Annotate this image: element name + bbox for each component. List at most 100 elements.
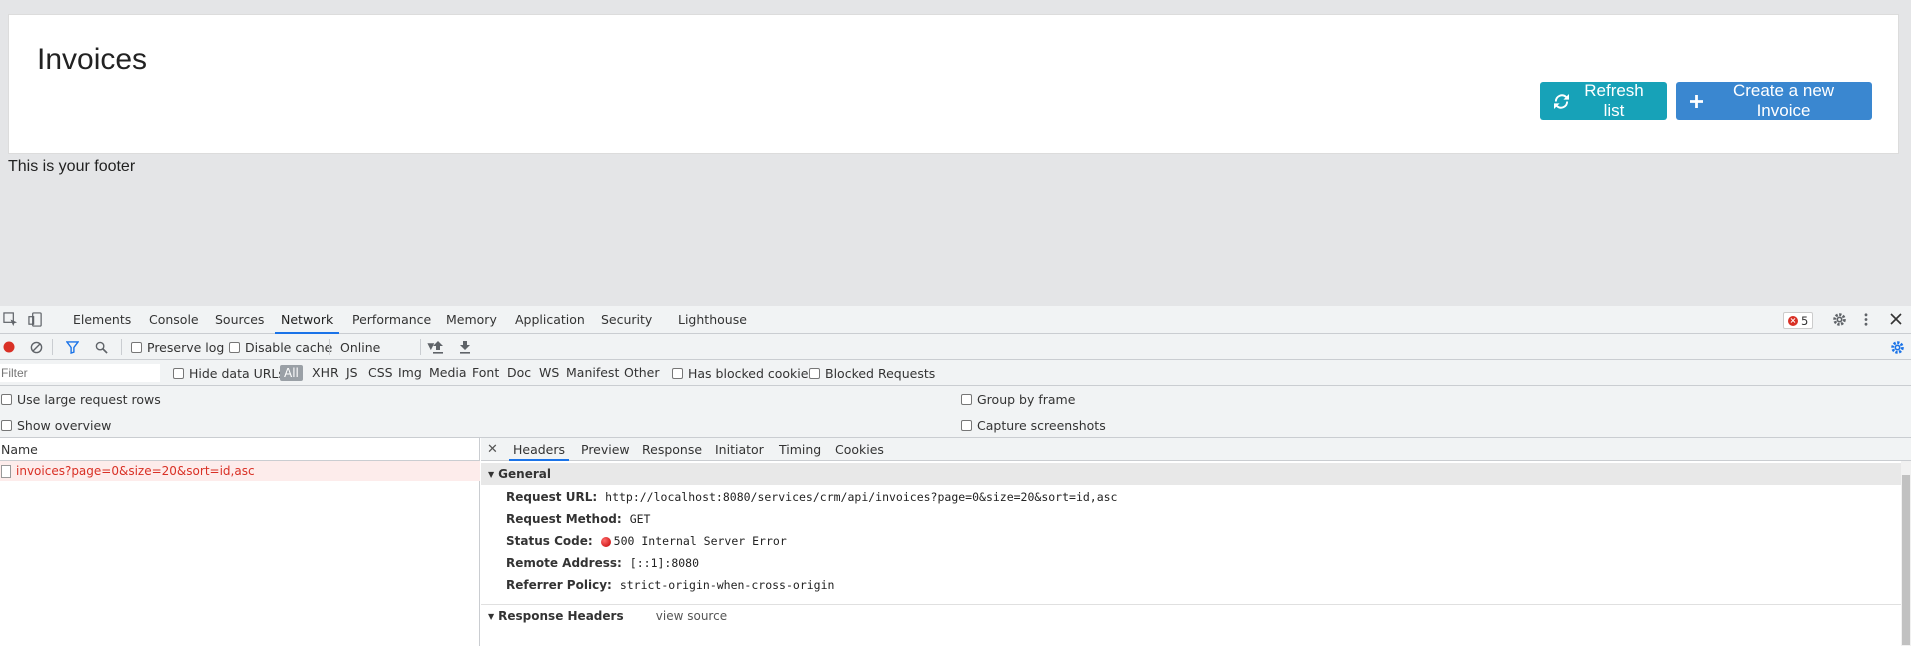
request-name: invoices?page=0&size=20&sort=id,asc (16, 464, 255, 478)
more-options-icon[interactable] (1863, 312, 1869, 327)
show-overview-checkbox[interactable]: Show overview (1, 415, 111, 435)
error-icon: × (1788, 315, 1798, 326)
tab-security[interactable]: Security (595, 306, 658, 334)
tab-cookies[interactable]: Cookies (831, 438, 888, 461)
inspect-element-icon[interactable] (3, 312, 18, 327)
clear-icon[interactable] (30, 341, 43, 354)
tab-network[interactable]: Network (275, 306, 340, 334)
request-url-value: http://localhost:8080/services/crm/api/i… (605, 490, 1118, 504)
create-invoice-label: Create a new Invoice (1732, 81, 1835, 120)
group-by-frame-checkbox[interactable]: Group by frame (961, 389, 1075, 409)
status-error-icon (600, 536, 611, 547)
table-row[interactable]: invoices?page=0&size=20&sort=id,asc (0, 461, 480, 481)
invoices-card: Invoices Refresh list Create a new Invoi… (8, 14, 1899, 154)
device-toolbar-icon[interactable] (28, 312, 43, 327)
network-filter-bar: Hide data URLs All XHR JS CSS Img Media … (0, 360, 1911, 386)
filter-type-font[interactable]: Font (472, 360, 499, 386)
filter-type-img[interactable]: Img (398, 360, 422, 386)
refresh-list-label: Refresh list (1584, 81, 1644, 120)
error-count-badge[interactable]: × 5 (1783, 312, 1814, 329)
triangle-down-icon: ▼ (488, 612, 495, 621)
name-column-header[interactable]: Name (0, 438, 480, 461)
create-invoice-button[interactable]: Create a new Invoice (1676, 81, 1872, 120)
network-toolbar: Preserve log Disable cache Online ▼ (0, 334, 1911, 360)
has-blocked-cookies-checkbox[interactable]: Has blocked cookies (672, 360, 815, 386)
page-footer: This is your footer (8, 158, 136, 175)
general-section-header[interactable]: ▼ General (481, 463, 1901, 485)
scrollbar-thumb[interactable] (1902, 475, 1910, 645)
remote-address-row: Remote Address: [::1]:8080 (506, 554, 699, 572)
general-section-title: General (498, 467, 551, 481)
filter-type-xhr[interactable]: XHR (312, 360, 339, 386)
use-large-rows-label: Use large request rows (17, 391, 161, 407)
plus-icon (1690, 94, 1703, 108)
network-settings-pane: Use large request rows Show overview Gro… (0, 386, 1911, 438)
hide-data-urls-checkbox[interactable]: Hide data URLs (173, 360, 285, 386)
remote-address-key: Remote Address: (506, 556, 622, 570)
has-blocked-cookies-label: Has blocked cookies (688, 365, 815, 381)
filter-type-ws[interactable]: WS (539, 360, 559, 386)
filter-type-media[interactable]: Media (429, 360, 467, 386)
remote-address-value: [::1]:8080 (629, 556, 700, 570)
request-list: Name invoices?page=0&size=20&sort=id,asc (0, 438, 480, 646)
devtools-panel: Elements Console Sources Network Perform… (0, 306, 1911, 646)
capture-screenshots-checkbox[interactable]: Capture screenshots (961, 415, 1106, 435)
page-viewport: Invoices Refresh list Create a new Invoi… (0, 0, 1911, 306)
tab-memory[interactable]: Memory (440, 306, 503, 334)
file-icon (1, 464, 11, 478)
group-by-frame-label: Group by frame (977, 391, 1076, 407)
filter-type-css[interactable]: CSS (368, 360, 393, 386)
export-har-icon[interactable] (459, 340, 471, 354)
details-scrollbar[interactable] (1901, 461, 1911, 646)
request-method-key: Request Method: (506, 512, 622, 526)
triangle-down-icon: ▼ (488, 470, 495, 479)
request-method-row: Request Method: GET (506, 510, 650, 528)
filter-type-doc[interactable]: Doc (507, 360, 531, 386)
details-tabbar: ✕ Headers Preview Response Initiator Tim… (481, 438, 1911, 461)
hide-data-urls-label: Hide data URLs (189, 365, 285, 381)
referrer-policy-key: Referrer Policy: (506, 578, 612, 592)
show-overview-label: Show overview (17, 417, 112, 433)
blocked-requests-checkbox[interactable]: Blocked Requests (809, 360, 935, 386)
tab-timing[interactable]: Timing (775, 438, 825, 461)
status-code-value: 500 Internal Server Error (613, 534, 787, 548)
refresh-icon (1554, 93, 1569, 109)
preserve-log-checkbox[interactable]: Preserve log (131, 334, 224, 360)
tab-initiator[interactable]: Initiator (711, 438, 768, 461)
gear-icon[interactable] (1832, 312, 1847, 327)
filter-input[interactable] (0, 364, 160, 382)
referrer-policy-value: strict-origin-when-cross-origin (619, 578, 835, 592)
tab-console[interactable]: Console (143, 306, 205, 334)
import-har-icon[interactable] (432, 340, 444, 354)
filter-icon[interactable] (66, 341, 79, 354)
status-code-row: Status Code: 500 Internal Server Error (506, 532, 787, 550)
tab-preview[interactable]: Preview (577, 438, 634, 461)
capture-screenshots-label: Capture screenshots (977, 417, 1106, 433)
tab-elements[interactable]: Elements (67, 306, 137, 334)
filter-type-all[interactable]: All (280, 365, 303, 381)
page-title: Invoices (37, 43, 148, 76)
close-icon[interactable]: ✕ (487, 438, 498, 461)
refresh-list-button[interactable]: Refresh list (1540, 81, 1667, 120)
tab-performance[interactable]: Performance (346, 306, 437, 334)
filter-type-manifest[interactable]: Manifest (566, 360, 619, 386)
request-details: ✕ Headers Preview Response Initiator Tim… (481, 438, 1911, 646)
record-icon[interactable] (3, 341, 15, 353)
disable-cache-checkbox[interactable]: Disable cache (229, 334, 332, 360)
request-url-key: Request URL: (506, 490, 598, 504)
tab-lighthouse[interactable]: Lighthouse (672, 306, 753, 334)
filter-type-other[interactable]: Other (624, 360, 660, 386)
blocked-requests-label: Blocked Requests (825, 365, 936, 381)
use-large-rows-checkbox[interactable]: Use large request rows (1, 389, 161, 409)
tab-application[interactable]: Application (509, 306, 591, 334)
view-source-link[interactable]: view source (656, 609, 727, 623)
search-icon[interactable] (95, 341, 108, 354)
network-settings-gear-icon[interactable] (1890, 340, 1905, 355)
close-devtools-icon[interactable] (1890, 313, 1902, 325)
tab-headers[interactable]: Headers (509, 438, 570, 461)
response-headers-section-header[interactable]: ▼ Response Headers view source (481, 604, 1901, 626)
tab-sources[interactable]: Sources (209, 306, 270, 334)
tab-response[interactable]: Response (638, 438, 706, 461)
filter-type-js[interactable]: JS (346, 360, 358, 386)
referrer-policy-row: Referrer Policy: strict-origin-when-cros… (506, 576, 834, 594)
